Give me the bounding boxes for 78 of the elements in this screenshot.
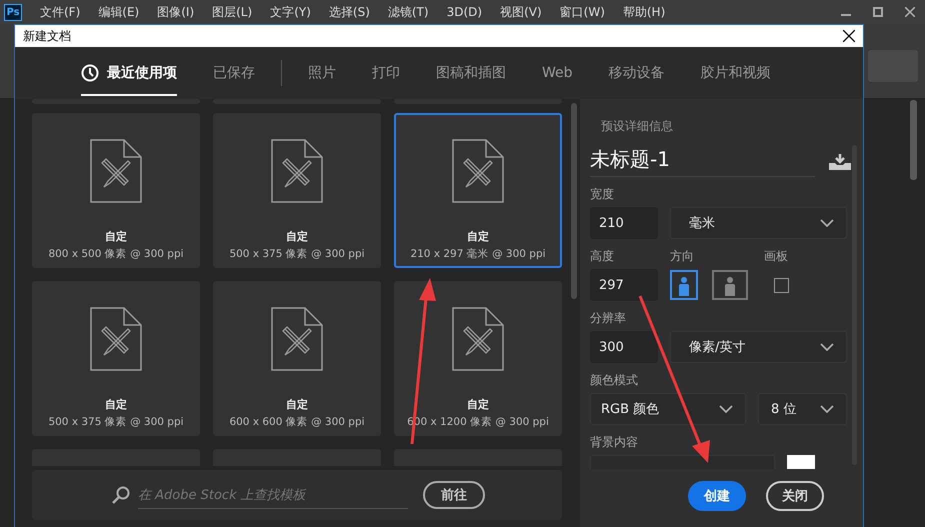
portrait-orientation-button[interactable] bbox=[670, 270, 698, 300]
field-label: 画板 bbox=[764, 248, 788, 265]
preset-title: 自定 bbox=[105, 397, 127, 412]
color-mode-dropdown[interactable]: RGB 颜色 bbox=[590, 393, 746, 425]
preset-size: 500 x 375 像素 @ 300 ppi bbox=[229, 247, 365, 261]
tab[interactable]: 胶片和视频 bbox=[700, 50, 771, 96]
preset-size: 500 x 375 像素 @ 300 ppi bbox=[48, 415, 184, 429]
create-button[interactable]: 创建 bbox=[688, 481, 746, 511]
section-heading: 预设详细信息 bbox=[601, 118, 674, 135]
document-ruler-pencil-icon bbox=[271, 139, 323, 203]
preset-card[interactable]: 自定 210 x 297 毫米 @ 300 ppi bbox=[394, 113, 562, 268]
menu-item[interactable]: 滤镜(T) bbox=[382, 4, 435, 20]
artboard-checkbox[interactable] bbox=[774, 278, 789, 292]
scrollbar-thumb[interactable] bbox=[852, 145, 857, 465]
menu-item[interactable]: 帮助(H) bbox=[616, 4, 672, 20]
document-ruler-pencil-icon bbox=[452, 307, 504, 371]
menu-item[interactable]: 3D(D) bbox=[440, 5, 488, 19]
preset-size: 210 x 297 毫米 @ 300 ppi bbox=[410, 247, 546, 261]
landscape-orientation-button[interactable] bbox=[712, 270, 748, 300]
tab[interactable]: 最近使用项 bbox=[81, 50, 177, 96]
search-icon bbox=[112, 486, 130, 504]
preset-title: 自定 bbox=[286, 229, 308, 244]
tab[interactable]: 移动设备 bbox=[608, 50, 665, 96]
preset-title: 自定 bbox=[105, 229, 127, 244]
field-label: 高度 bbox=[590, 248, 615, 265]
scrollbar-thumb[interactable] bbox=[571, 103, 577, 299]
field-label: 方向 bbox=[670, 248, 695, 265]
clock-icon bbox=[81, 64, 99, 82]
menu-item[interactable]: 文字(Y) bbox=[264, 4, 317, 20]
menu-item[interactable]: 选择(S) bbox=[322, 4, 376, 20]
app-logo: Ps bbox=[4, 4, 22, 20]
unit-dropdown[interactable]: 毫米 bbox=[670, 207, 847, 239]
preset-title: 自定 bbox=[286, 397, 308, 412]
preset-title: 自定 bbox=[467, 229, 489, 244]
document-ruler-pencil-icon bbox=[452, 139, 504, 203]
chevron-down-icon bbox=[820, 343, 834, 351]
menu-item[interactable]: 视图(V) bbox=[494, 4, 548, 20]
tab[interactable]: Web bbox=[542, 51, 573, 95]
field-label: 分辨率 bbox=[590, 310, 627, 327]
chevron-down-icon bbox=[820, 405, 834, 413]
save-preset-icon[interactable] bbox=[829, 154, 851, 170]
preset-title: 自定 bbox=[467, 397, 489, 412]
menu-item[interactable]: 图像(I) bbox=[151, 4, 200, 20]
document-ruler-pencil-icon bbox=[90, 139, 142, 203]
dialog-title: 新建文档 bbox=[23, 28, 71, 44]
tab[interactable]: 照片 bbox=[308, 50, 336, 96]
menu-item[interactable]: 图层(L) bbox=[206, 4, 258, 20]
field-label: 背景内容 bbox=[590, 434, 639, 451]
preset-card[interactable]: 自定 800 x 500 像素 @ 300 ppi bbox=[32, 113, 200, 268]
document-ruler-pencil-icon bbox=[271, 307, 323, 371]
tab[interactable]: 已保存 bbox=[213, 50, 255, 96]
document-name-field[interactable]: 未标题-1 bbox=[590, 146, 815, 177]
menu-item[interactable]: 文件(F) bbox=[34, 4, 86, 20]
menu-item[interactable]: 编辑(E) bbox=[92, 4, 146, 20]
unit-dropdown[interactable]: 像素/英寸 bbox=[670, 331, 847, 363]
go-button[interactable]: 前往 bbox=[423, 481, 485, 509]
resolution-field[interactable]: 300 bbox=[590, 331, 658, 363]
height-field[interactable]: 297 bbox=[590, 269, 658, 301]
bit-depth-dropdown[interactable]: 8 位 bbox=[758, 393, 847, 425]
field-label: 颜色模式 bbox=[590, 372, 639, 389]
close-button[interactable]: 关闭 bbox=[766, 481, 824, 511]
document-ruler-pencil-icon bbox=[90, 307, 142, 371]
scrollbar-thumb[interactable] bbox=[910, 100, 917, 180]
tab[interactable]: 图稿和插图 bbox=[436, 50, 506, 96]
preset-size: 600 x 600 像素 @ 300 ppi bbox=[229, 415, 365, 429]
preset-card[interactable]: 自定 600 x 600 像素 @ 300 ppi bbox=[213, 281, 381, 436]
maximize-icon[interactable] bbox=[873, 7, 883, 17]
field-label: 宽度 bbox=[590, 186, 615, 203]
color-swatch[interactable] bbox=[787, 455, 815, 469]
preset-card[interactable]: 自定 500 x 375 像素 @ 300 ppi bbox=[32, 281, 200, 436]
chevron-down-icon bbox=[820, 219, 834, 227]
preset-size: 800 x 500 像素 @ 300 ppi bbox=[48, 247, 184, 261]
menu-item[interactable]: 窗口(W) bbox=[554, 4, 611, 20]
close-icon[interactable] bbox=[843, 30, 855, 42]
tab[interactable]: 打印 bbox=[372, 50, 400, 96]
preset-card[interactable]: 自定 500 x 375 像素 @ 300 ppi bbox=[213, 113, 381, 268]
width-field[interactable]: 210 bbox=[590, 207, 658, 239]
chevron-down-icon bbox=[719, 405, 733, 413]
